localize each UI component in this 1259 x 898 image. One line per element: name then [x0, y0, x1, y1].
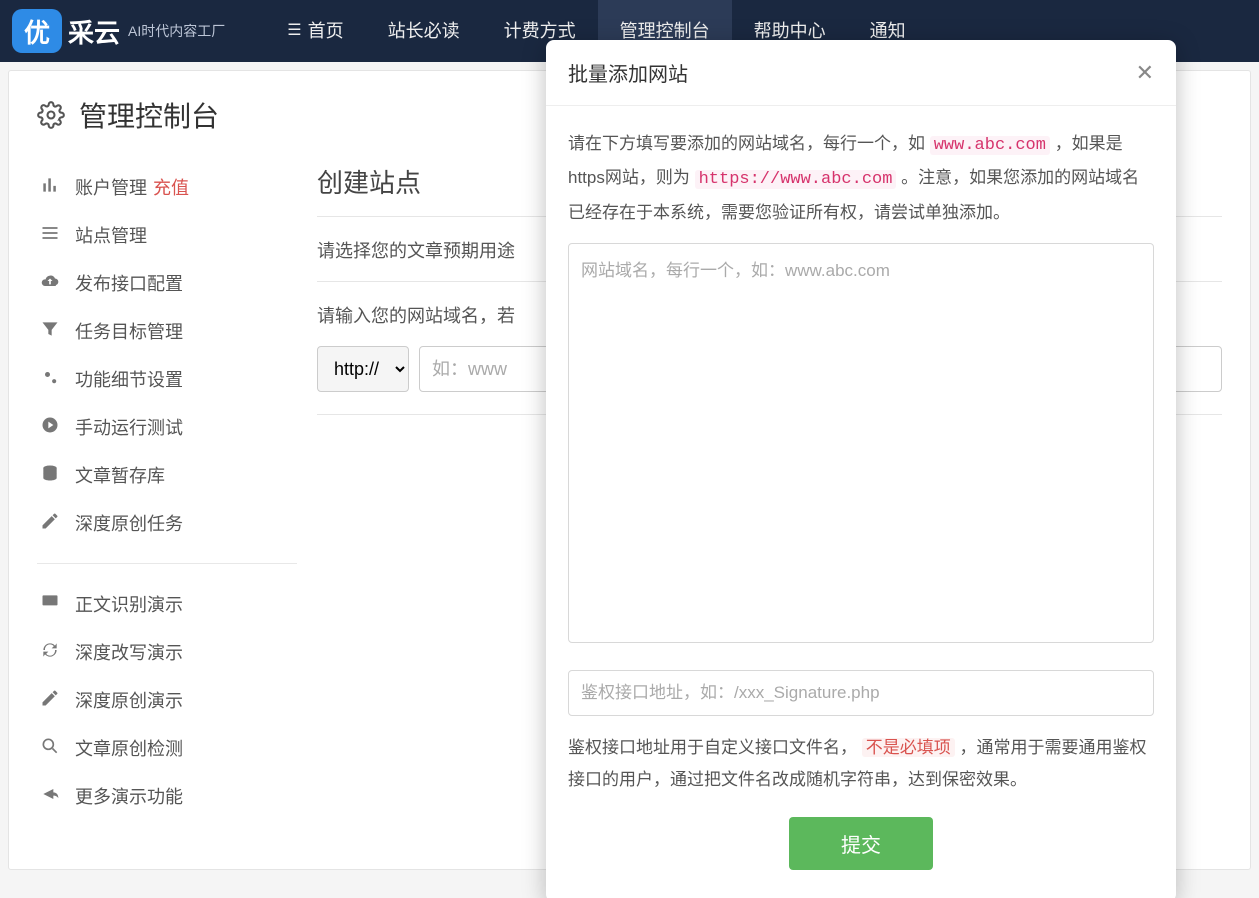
sidebar-item-sites[interactable]: 站点管理 — [37, 211, 297, 259]
text-part: 请在下方填写要添加的网站域名，每行一个，如 — [568, 134, 930, 153]
protocol-select[interactable]: http:// — [317, 346, 409, 392]
share-icon — [37, 784, 63, 809]
filter-icon — [37, 319, 63, 344]
text-part: 鉴权接口地址用于自定义接口文件名， — [568, 738, 857, 757]
monitor-icon — [37, 592, 63, 617]
sidebar-item-label: 账户管理 — [75, 174, 147, 200]
sidebar-item-storage[interactable]: 文章暂存库 — [37, 451, 297, 499]
nav-label: 站长必读 — [388, 0, 460, 62]
list-icon — [37, 223, 63, 248]
sidebar-item-label: 深度原创任务 — [75, 510, 183, 536]
sidebar-item-label: 文章原创检测 — [75, 735, 183, 761]
optional-badge: 不是必填项 — [862, 738, 955, 757]
sidebar-divider — [37, 563, 297, 564]
sidebar-item-original-demo[interactable]: 深度原创演示 — [37, 676, 297, 724]
sidebar-item-label: 功能细节设置 — [75, 366, 183, 392]
database-icon — [37, 463, 63, 488]
gear-icon — [37, 101, 65, 129]
logo-tagline: AI时代内容工厂 — [128, 21, 225, 41]
refresh-icon — [37, 640, 63, 665]
sidebar-item-content-demo[interactable]: 正文识别演示 — [37, 580, 297, 628]
code-example-2: https://www.abc.com — [695, 170, 897, 189]
brand-logo[interactable]: 优 采云 AI时代内容工厂 — [0, 9, 225, 53]
sidebar-item-rewrite-demo[interactable]: 深度改写演示 — [37, 628, 297, 676]
cloud-upload-icon — [37, 271, 63, 296]
sidebar-item-label: 深度改写演示 — [75, 639, 183, 665]
recharge-link[interactable]: 充值 — [153, 174, 189, 200]
nav-home[interactable]: ☰ 首页 — [265, 0, 365, 62]
instruction-text: 请在下方填写要添加的网站域名，每行一个，如 www.abc.com ，如果是ht… — [568, 128, 1154, 229]
sidebar-item-more-demos[interactable]: 更多演示功能 — [37, 772, 297, 820]
search-icon — [37, 736, 63, 761]
sidebar-item-label: 站点管理 — [75, 222, 147, 248]
logo-badge: 优 — [12, 9, 62, 53]
code-example-1: www.abc.com — [930, 136, 1050, 155]
sidebar-item-publish[interactable]: 发布接口配置 — [37, 259, 297, 307]
sidebar-item-manual-run[interactable]: 手动运行测试 — [37, 403, 297, 451]
edit-icon — [37, 511, 63, 536]
modal-header: 批量添加网站 ✕ — [546, 40, 1176, 106]
play-circle-icon — [37, 415, 63, 440]
sidebar-item-label: 发布接口配置 — [75, 270, 183, 296]
sidebar-item-label: 深度原创演示 — [75, 687, 183, 713]
submit-button[interactable]: 提交 — [789, 817, 933, 870]
sidebar-item-settings[interactable]: 功能细节设置 — [37, 355, 297, 403]
edit-icon — [37, 688, 63, 713]
sidebar-item-plagiarism-check[interactable]: 文章原创检测 — [37, 724, 297, 772]
sidebar-item-tasks[interactable]: 任务目标管理 — [37, 307, 297, 355]
sidebar-item-account[interactable]: 账户管理 充值 — [37, 163, 297, 211]
close-icon: ✕ — [1136, 60, 1154, 85]
sidebar-item-label: 更多演示功能 — [75, 783, 183, 809]
bulk-add-modal: 批量添加网站 ✕ 请在下方填写要添加的网站域名，每行一个，如 www.abc.c… — [546, 40, 1176, 898]
nav-webmaster[interactable]: 站长必读 — [366, 0, 482, 62]
sidebar-item-label: 正文识别演示 — [75, 591, 183, 617]
chart-bar-icon — [37, 175, 63, 200]
sidebar-item-label: 任务目标管理 — [75, 318, 183, 344]
sidebar: 账户管理 充值 站点管理 发布接口配置 任务目标管理 功能细节设置 — [37, 163, 317, 820]
close-button[interactable]: ✕ — [1136, 60, 1154, 86]
page-title: 管理控制台 — [79, 95, 219, 135]
auth-hint: 鉴权接口地址用于自定义接口文件名， 不是必填项 ，通常用于需要通用鉴权接口的用户… — [568, 732, 1154, 797]
cogs-icon — [37, 367, 63, 392]
modal-title: 批量添加网站 — [568, 58, 688, 87]
list-icon: ☰ — [287, 0, 301, 62]
sidebar-item-deep-original[interactable]: 深度原创任务 — [37, 499, 297, 547]
logo-text: 采云 — [68, 13, 120, 50]
sidebar-item-label: 文章暂存库 — [75, 462, 165, 488]
domains-textarea[interactable] — [568, 243, 1154, 643]
nav-label: 首页 — [308, 0, 344, 62]
auth-url-input[interactable] — [568, 670, 1154, 716]
modal-body: 请在下方填写要添加的网站域名，每行一个，如 www.abc.com ，如果是ht… — [546, 106, 1176, 898]
sidebar-item-label: 手动运行测试 — [75, 414, 183, 440]
